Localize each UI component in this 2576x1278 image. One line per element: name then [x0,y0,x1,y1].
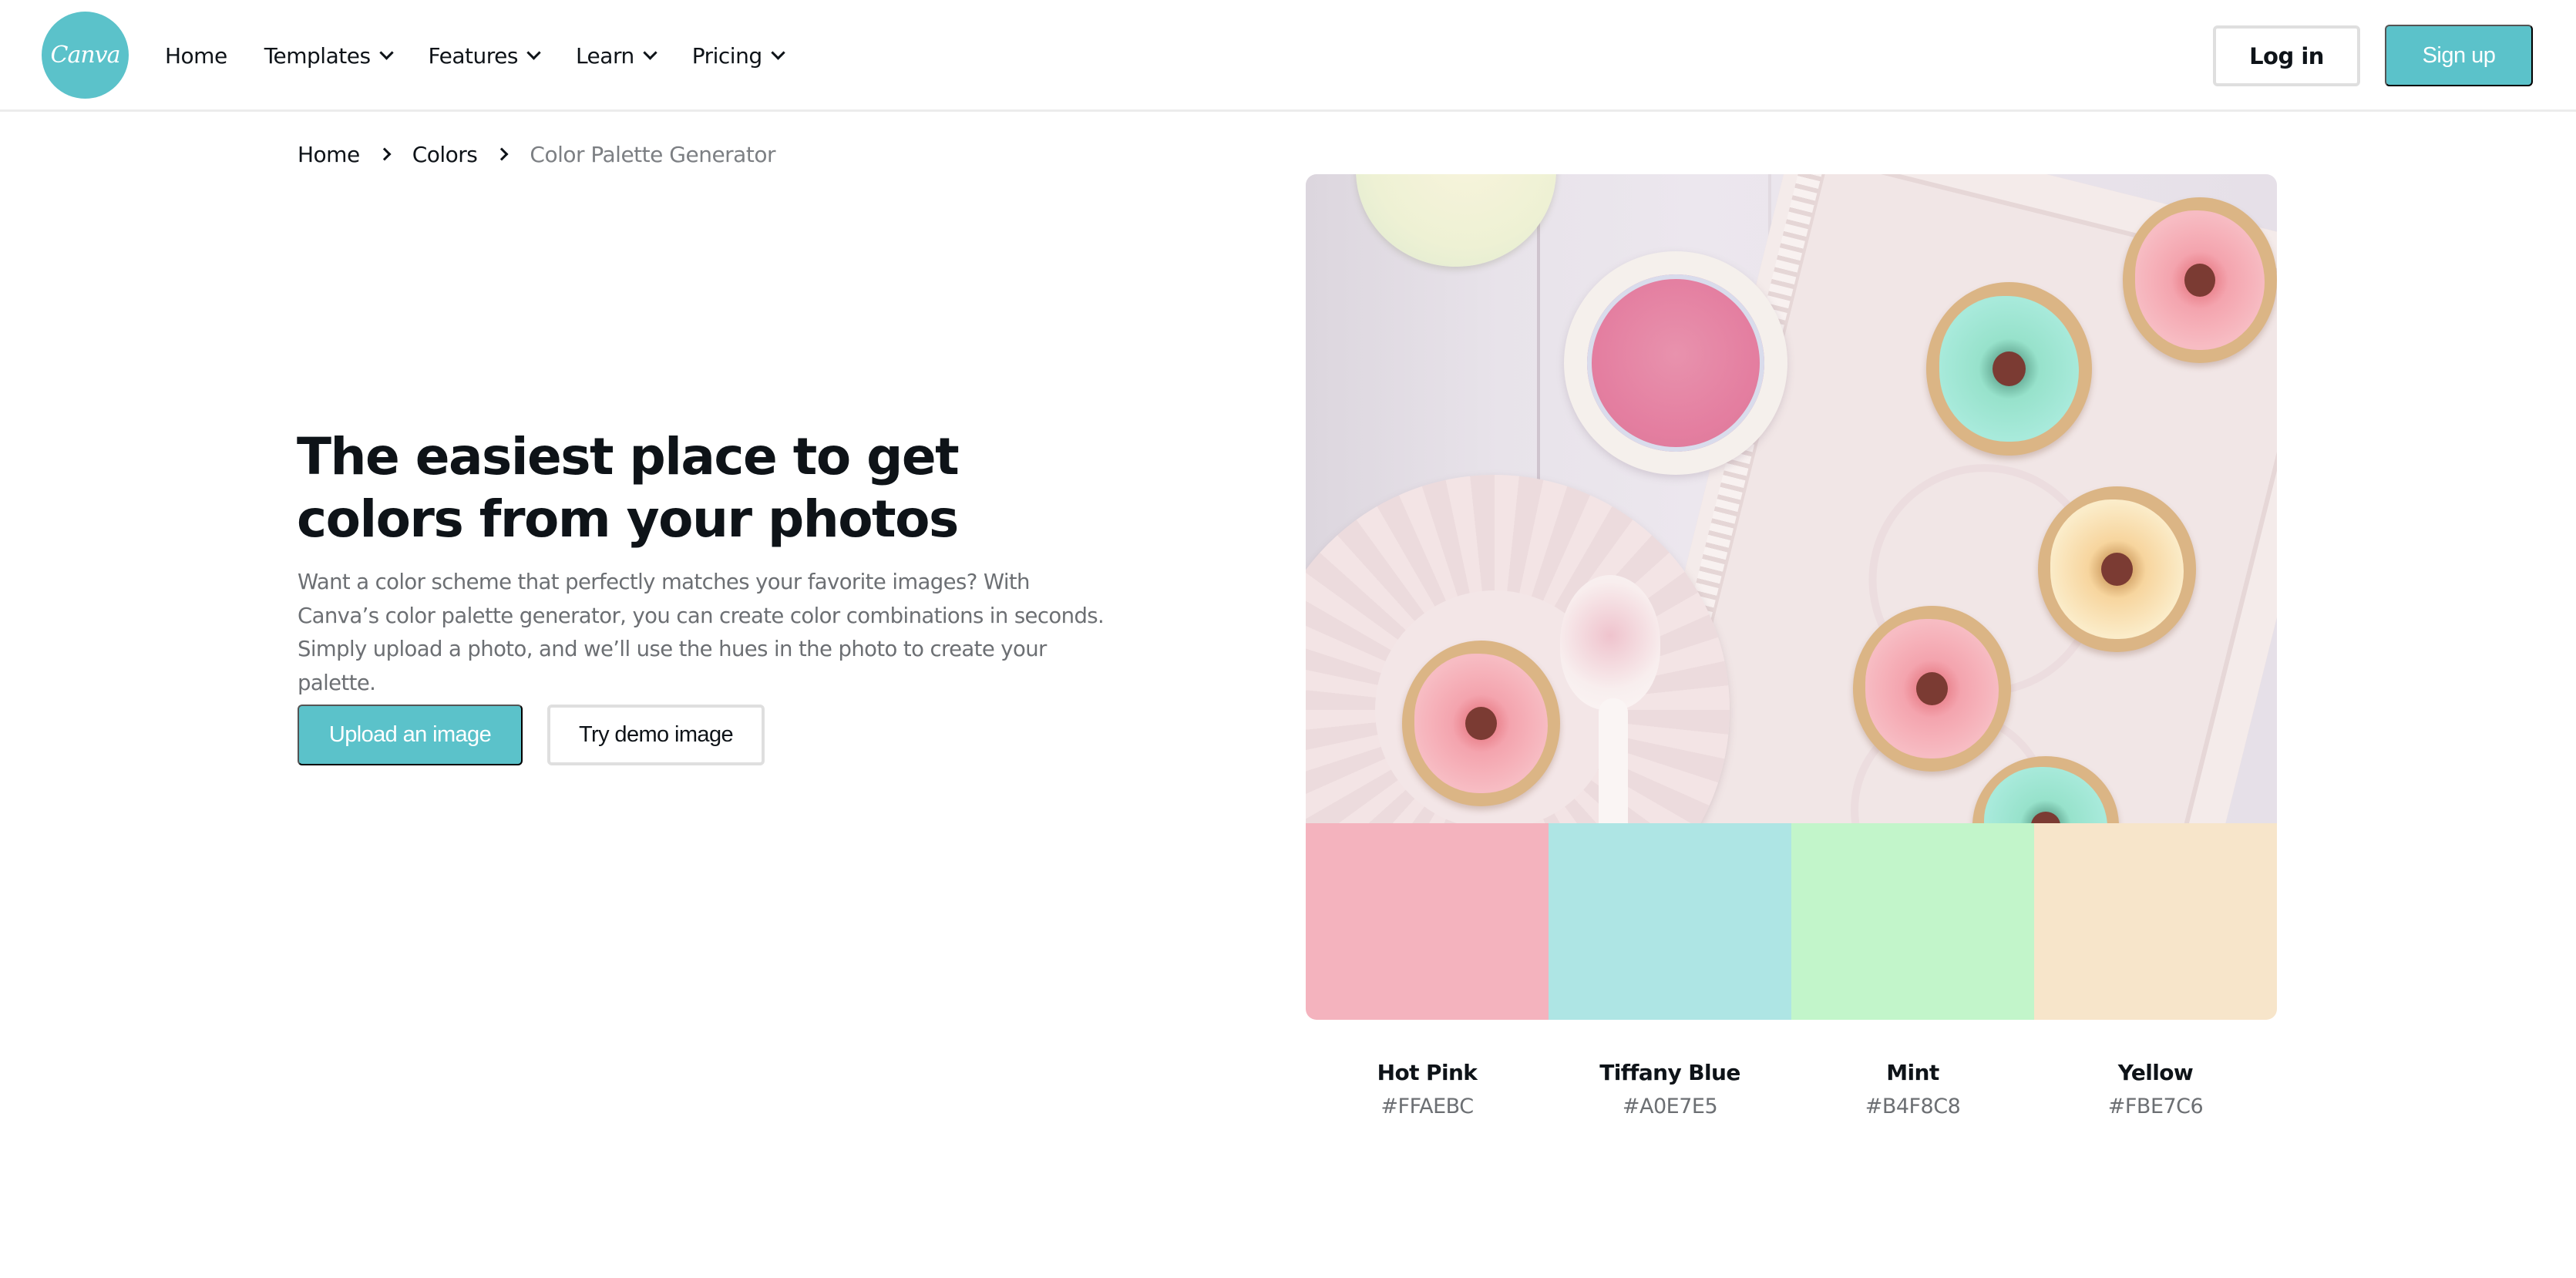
color-palette [1306,823,2277,1020]
pink-glaze [1587,274,1764,452]
nav-pricing-label: Pricing [691,43,762,69]
palette-caption: Mint #B4F8C8 [1791,1056,2034,1124]
pink-glaze-bowl [1564,251,1787,475]
nav-features[interactable]: Features [428,43,541,69]
chevron-right-icon [378,147,392,161]
nav-pricing[interactable]: Pricing [691,43,785,69]
nav-learn-label: Learn [575,43,634,69]
palette-card [1306,174,2277,1020]
color-hex[interactable]: #FFAEBC [1306,1090,1549,1124]
donut-hole [2184,264,2215,297]
color-name: Mint [1886,1060,1939,1085]
try-demo-image-button[interactable]: Try demo image [547,705,765,765]
chevron-down-icon [526,45,541,60]
site-header: Canva Home Templates Features Learn Pric… [0,0,2576,112]
chevron-down-icon [378,45,394,60]
cream-donut [2038,486,2196,652]
chevron-down-icon [643,45,657,60]
donut-hole [2101,553,2133,586]
breadcrumb-home[interactable]: Home [298,142,360,167]
swatch-tiffany-blue[interactable] [1549,823,1791,1020]
top-bowl [1356,174,1556,267]
swatch-hot-pink[interactable] [1306,823,1549,1020]
spoon-bowl [1560,575,1660,710]
nav-home-label: Home [165,43,227,69]
palette-caption: Tiffany Blue #A0E7E5 [1549,1056,1791,1124]
nav-features-label: Features [428,43,519,69]
nav-home[interactable]: Home [165,43,227,69]
breadcrumb-colors[interactable]: Colors [412,142,478,167]
chevron-down-icon [770,45,785,60]
signup-button[interactable]: Sign up [2385,25,2533,86]
color-hex[interactable]: #A0E7E5 [1549,1090,1791,1124]
canva-logo[interactable]: Canva [42,12,129,99]
donut-hole [1916,672,1948,705]
breadcrumb: Home Colors Color Palette Generator [298,139,775,170]
login-button[interactable]: Log in [2213,25,2360,86]
color-name: Yellow [2117,1060,2194,1085]
hero-description: Want a color scheme that perfectly match… [298,570,1105,695]
nav-learn[interactable]: Learn [575,43,657,69]
demo-photo [1306,174,2277,823]
color-hex[interactable]: #FBE7C6 [2034,1090,2277,1124]
color-name: Hot Pink [1377,1060,1478,1085]
palette-caption: Yellow #FBE7C6 [2034,1056,2277,1124]
pink-donut [1402,641,1560,806]
logo-text: Canva [50,42,121,69]
main-nav: Home Templates Features Learn Pricing [165,0,820,112]
spoon-handle [1599,698,1628,823]
donut-hole [1993,351,2026,386]
chevron-right-icon [495,147,509,161]
page-title: The easiest place to get colors from you… [297,427,960,549]
palette-captions: Hot Pink #FFAEBC Tiffany Blue #A0E7E5 Mi… [1306,1056,2277,1124]
pink-donut [2123,197,2277,363]
nav-templates-label: Templates [264,43,371,69]
mint-donut [1926,282,2092,456]
breadcrumb-current: Color Palette Generator [530,141,775,167]
donut-hole [1465,707,1497,740]
upload-image-button[interactable]: Upload an image [298,705,523,765]
swatch-yellow[interactable] [2034,823,2277,1020]
palette-caption: Hot Pink #FFAEBC [1306,1056,1549,1124]
nav-templates[interactable]: Templates [264,43,394,69]
swatch-mint[interactable] [1791,823,2034,1020]
color-name: Tiffany Blue [1599,1060,1740,1085]
pink-donut [1853,606,2011,772]
color-hex[interactable]: #B4F8C8 [1791,1090,2034,1124]
